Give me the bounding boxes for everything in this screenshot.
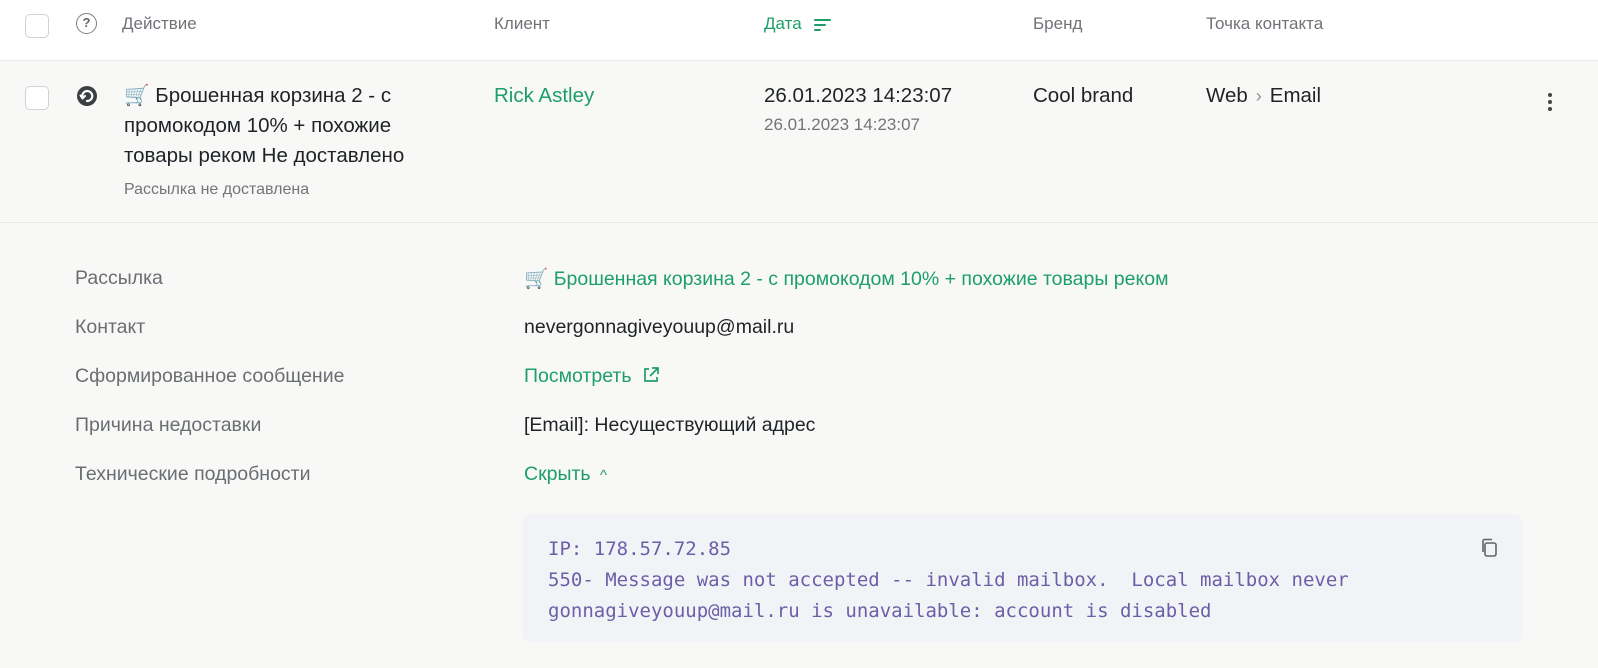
row-action-title-text: Брошенная корзина 2 - с промокодом 10% +… [124,84,405,167]
row-action-status: Рассылка не доставлена [124,181,310,198]
tech-details-code: IP: 178.57.72.85 550- Message was not acc… [548,534,1349,627]
touchpoint-from: Web [1206,84,1248,107]
column-header-action[interactable]: Действие [122,14,197,34]
chevron-up-icon: ^ [600,467,608,484]
row-more-menu-icon[interactable] [1538,90,1562,118]
code-line: 550- Message was not accepted -- invalid… [548,569,1349,591]
hide-tech-details-text: Скрыть [524,463,591,485]
chevron-right-icon: › [1255,86,1262,106]
column-header-date-label: Дата [764,14,802,33]
mailing-link-text: Брошенная корзина 2 - с промокодом 10% +… [553,268,1169,290]
copy-icon[interactable] [1480,538,1498,558]
column-header-client[interactable]: Клиент [494,14,550,34]
tech-details-label: Технические подробности [75,463,311,485]
help-icon[interactable]: ? [76,13,97,34]
row-date: 26.01.2023 14:23:07 [764,84,953,107]
code-line: IP: 178.57.72.85 [548,538,732,560]
row-touchpoint: Web › Email [1206,84,1321,108]
row-brand: Cool brand [1033,84,1134,107]
hide-tech-details-toggle[interactable]: Скрыть ^ [524,463,607,486]
column-header-brand[interactable]: Бренд [1033,14,1082,34]
external-link-icon [644,367,659,382]
select-all-checkbox[interactable] [25,14,49,38]
column-header-touchpoint[interactable]: Точка контакта [1206,14,1323,34]
cart-icon: 🛒 [524,268,549,290]
view-message-link-text: Посмотреть [524,365,632,387]
contact-value: nevergonnagiveyouup@mail.ru [524,316,795,338]
row-date-secondary: 26.01.2023 14:23:07 [764,115,920,134]
code-line: gonnagiveyouup@mail.ru is unavailable: a… [548,600,1212,622]
mailing-label: Рассылка [75,267,163,289]
client-link[interactable]: Rick Astley [494,84,594,108]
row-action-title: 🛒 Брошенная корзина 2 - с промокодом 10%… [124,81,454,171]
tech-details-code-block: IP: 178.57.72.85 550- Message was not acc… [522,514,1522,642]
reason-label: Причина недоставки [75,414,262,436]
contact-label: Контакт [75,316,146,338]
touchpoint-to: Email [1269,84,1322,107]
mailing-link[interactable]: 🛒 Брошенная корзина 2 - с промокодом 10%… [524,267,1169,291]
column-header-date[interactable]: Дата [764,14,832,34]
not-delivered-status-icon [77,86,97,106]
reason-value: [Email]: Несуществующий адрес [524,414,816,436]
cart-icon: 🛒 [124,84,150,107]
message-label: Сформированное сообщение [75,365,345,387]
view-message-link[interactable]: Посмотреть [524,365,661,388]
table-header: ? Действие Клиент Дата Бренд Точка конта… [0,0,1598,61]
row-checkbox[interactable] [25,86,49,110]
sort-descending-icon[interactable] [814,18,832,32]
